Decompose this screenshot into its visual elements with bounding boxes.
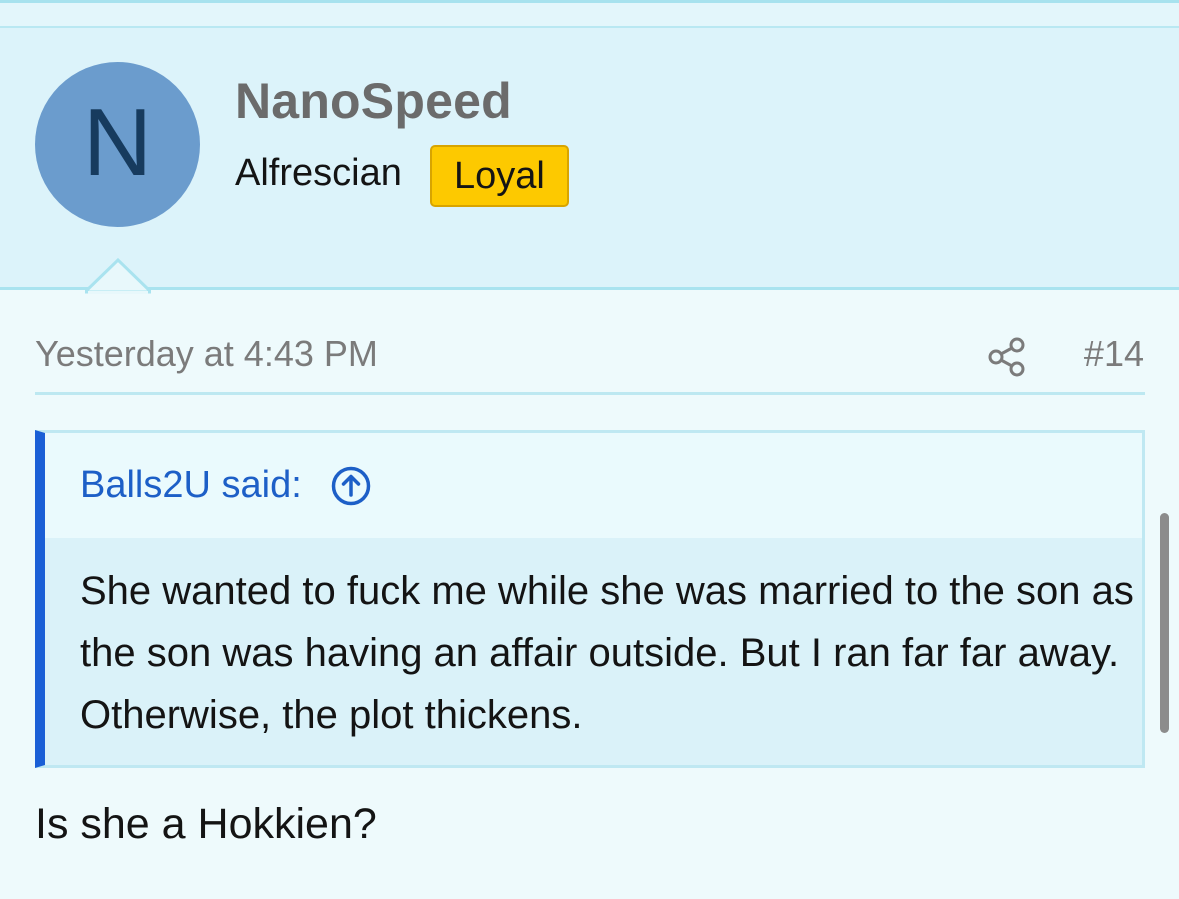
share-icon[interactable] — [986, 336, 1028, 378]
quote-header: Balls2U said: — [80, 433, 372, 538]
user-header: N NanoSpeed Alfrescian Loyal — [0, 28, 1179, 290]
post-body-text: Is she a Hokkien? — [35, 800, 377, 848]
quote-block: Balls2U said: She wanted to fuck me whil… — [35, 430, 1145, 768]
scrollbar[interactable] — [1160, 513, 1169, 733]
post-container: N NanoSpeed Alfrescian Loyal Yesterday a… — [0, 0, 1179, 899]
quote-text: She wanted to fuck me while she was marr… — [80, 569, 1134, 737]
user-badge: Loyal — [430, 145, 569, 207]
post-number[interactable]: #14 — [1084, 333, 1144, 375]
arrow-up-circle-icon[interactable] — [330, 465, 372, 507]
user-header-pointer — [85, 258, 151, 294]
user-title: Alfrescian — [235, 152, 402, 194]
post-date[interactable]: Yesterday at 4:43 PM — [35, 333, 378, 375]
date-divider — [35, 392, 1145, 395]
avatar[interactable]: N — [35, 62, 200, 227]
avatar-initial: N — [82, 88, 153, 196]
top-divider — [0, 0, 1179, 28]
quote-author-link[interactable]: Balls2U said: — [80, 464, 302, 507]
quote-body: She wanted to fuck me while she was marr… — [45, 538, 1142, 765]
username[interactable]: NanoSpeed — [235, 72, 512, 130]
